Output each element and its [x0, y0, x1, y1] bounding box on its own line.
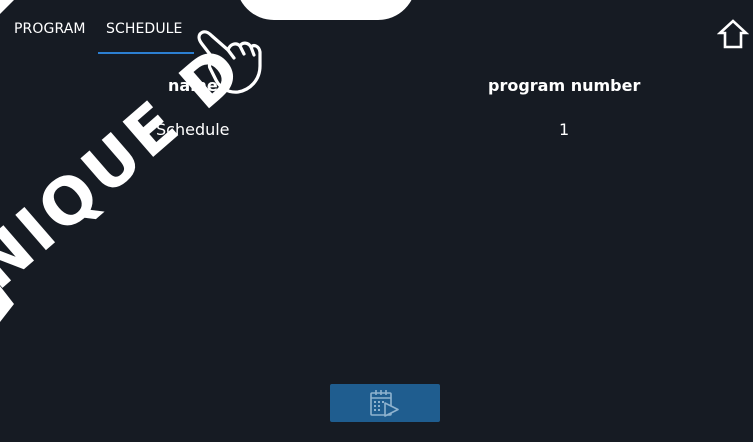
column-header-program-number: program number — [488, 76, 641, 95]
watermark: NIQUE D — [0, 30, 259, 304]
watermark-top-fragment — [236, 0, 416, 20]
device-screen: PROGRAM SCHEDULE name program number Sch… — [0, 0, 753, 442]
calendar-play-icon — [370, 390, 399, 417]
home-button[interactable] — [716, 18, 750, 50]
row-program-number-cell: 1 — [559, 120, 570, 139]
run-schedule-button[interactable] — [330, 384, 440, 422]
active-tab-indicator — [98, 52, 194, 54]
page-corner-bottom-left — [0, 286, 14, 322]
home-icon — [716, 19, 750, 49]
page-corner-top-left — [0, 0, 14, 14]
tab-program[interactable]: PROGRAM — [14, 21, 86, 37]
tab-schedule[interactable]: SCHEDULE — [106, 21, 183, 37]
